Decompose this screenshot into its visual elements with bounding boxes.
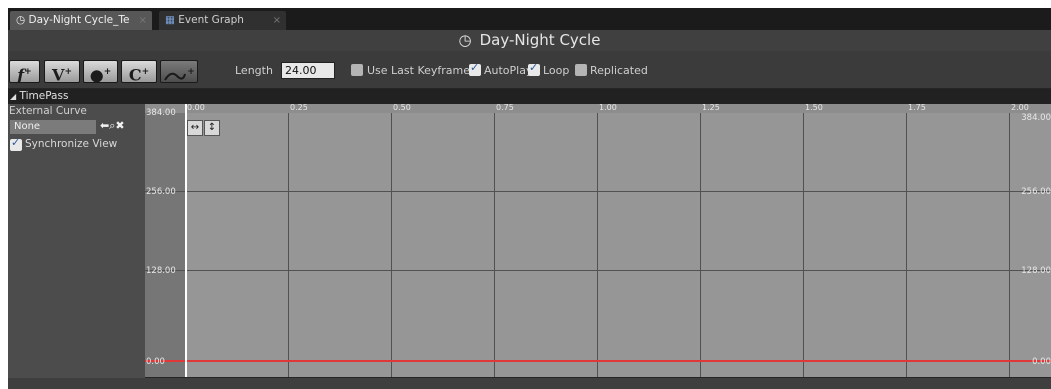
editor-title-bar: ◷ Day-Night Cycle — [8, 30, 1051, 51]
x-tick-label: 1.75 — [908, 104, 926, 112]
use-selected-arrow-icon[interactable]: ⬅ — [100, 119, 109, 132]
grid-vline — [494, 113, 495, 377]
toolbar: f+ V+ ●+ C+ + Length Use Last Keyframe? … — [8, 51, 1051, 88]
add-curve-asset-button[interactable]: + — [160, 60, 198, 83]
fit-horizontal-icon[interactable]: ↔ — [187, 120, 203, 136]
track-name: TimePass — [19, 90, 69, 102]
add-event-track-button[interactable]: ●+ — [83, 60, 118, 85]
grid-hline — [145, 270, 1051, 271]
y-tick-label-right: 384.00 — [1021, 113, 1051, 123]
add-vector-track-button[interactable]: V+ — [44, 60, 80, 85]
replicated-checkbox[interactable] — [575, 64, 587, 76]
grid-vline — [1009, 113, 1010, 377]
curve-graph[interactable]: ↔ ↕ 0.00 0.25 0.50 0.75 1.00 1.25 1.50 1.75 2.00… — [145, 104, 1051, 377]
timepass-curve[interactable] — [145, 360, 1051, 362]
event-icon: ● — [89, 65, 104, 85]
collapse-arrow-icon[interactable]: ◢ — [10, 92, 16, 101]
loop-checkbox[interactable] — [528, 61, 540, 76]
curve-icon — [164, 72, 187, 81]
x-tick-label: 0.00 — [187, 104, 205, 112]
x-tick-label: 1.25 — [702, 104, 720, 112]
tab-label: Day-Night Cycle_Te — [28, 14, 130, 26]
length-label: Length — [235, 64, 273, 77]
track-header[interactable]: ◢ TimePass — [8, 89, 1051, 104]
loop-label: Loop — [543, 64, 570, 77]
grid-hline — [145, 191, 1051, 192]
close-icon[interactable]: × — [273, 11, 281, 30]
grid-vline — [597, 113, 598, 377]
fit-vertical-icon[interactable]: ↕ — [204, 120, 220, 136]
tab-label: Event Graph — [178, 14, 244, 26]
external-curve-label: External Curve — [9, 105, 87, 117]
tab-day-night-cycle[interactable]: ◷ Day-Night Cycle_Te × — [10, 11, 152, 30]
use-last-keyframe-label: Use Last Keyframe? — [367, 64, 476, 77]
color-icon: C — [128, 65, 142, 85]
y-tick-label-right: 256.00 — [1021, 187, 1051, 197]
playhead[interactable] — [185, 104, 187, 377]
tab-event-graph[interactable]: ▦ Event Graph × — [159, 11, 286, 30]
synchronize-view-label: Synchronize View — [25, 138, 118, 150]
y-tick-label-right: 0.00 — [1032, 357, 1051, 367]
x-tick-label: 0.50 — [393, 104, 411, 112]
x-tick-label: 1.50 — [805, 104, 823, 112]
autoplay-label: AutoPlay — [484, 64, 533, 77]
autoplay-checkbox[interactable] — [469, 61, 481, 76]
y-tick-label: 256.00 — [146, 187, 176, 197]
status-bar — [8, 378, 1051, 389]
y-tick-label: 0.00 — [146, 357, 165, 367]
add-color-track-button[interactable]: C+ — [121, 60, 157, 85]
x-tick-label: 0.75 — [496, 104, 514, 112]
use-last-keyframe-checkbox[interactable] — [351, 64, 363, 76]
y-tick-label-right: 128.00 — [1021, 266, 1051, 276]
page-title: Day-Night Cycle — [479, 31, 601, 49]
track-settings-panel: External Curve None ⬅⌕✖ Synchronize View — [8, 104, 145, 378]
vector-icon: V — [52, 65, 65, 85]
grid-vline — [700, 113, 701, 377]
x-tick-label: 0.25 — [290, 104, 308, 112]
clear-close-icon[interactable]: ✖ — [115, 119, 124, 132]
synchronize-view-checkbox[interactable] — [10, 136, 22, 151]
length-input[interactable] — [281, 62, 335, 79]
timeline-editor-window: ◷ Day-Night Cycle_Te × ▦ Event Graph × ◷… — [8, 8, 1051, 389]
graph-icon: ▦ — [165, 14, 175, 26]
y-tick-label: 128.00 — [146, 266, 176, 276]
x-tick-label: 2.00 — [1011, 104, 1029, 112]
grid-vline — [391, 113, 392, 377]
clock-icon: ◷ — [458, 31, 472, 49]
grid-vline — [906, 113, 907, 377]
tab-bar: ◷ Day-Night Cycle_Te × ▦ Event Graph × — [8, 8, 1051, 30]
close-icon[interactable]: × — [139, 11, 147, 30]
external-curve-field[interactable]: None — [10, 120, 96, 134]
add-float-track-button[interactable]: f+ — [9, 60, 40, 84]
x-tick-label: 1.00 — [599, 104, 617, 112]
pre-start-region — [145, 104, 185, 377]
clock-icon: ◷ — [16, 14, 26, 26]
curve-actions: ⬅⌕✖ — [100, 119, 125, 133]
y-tick-label: 384.00 — [146, 108, 176, 118]
grid-vline — [803, 113, 804, 377]
replicated-label: Replicated — [590, 64, 648, 77]
grid-vline — [288, 113, 289, 377]
